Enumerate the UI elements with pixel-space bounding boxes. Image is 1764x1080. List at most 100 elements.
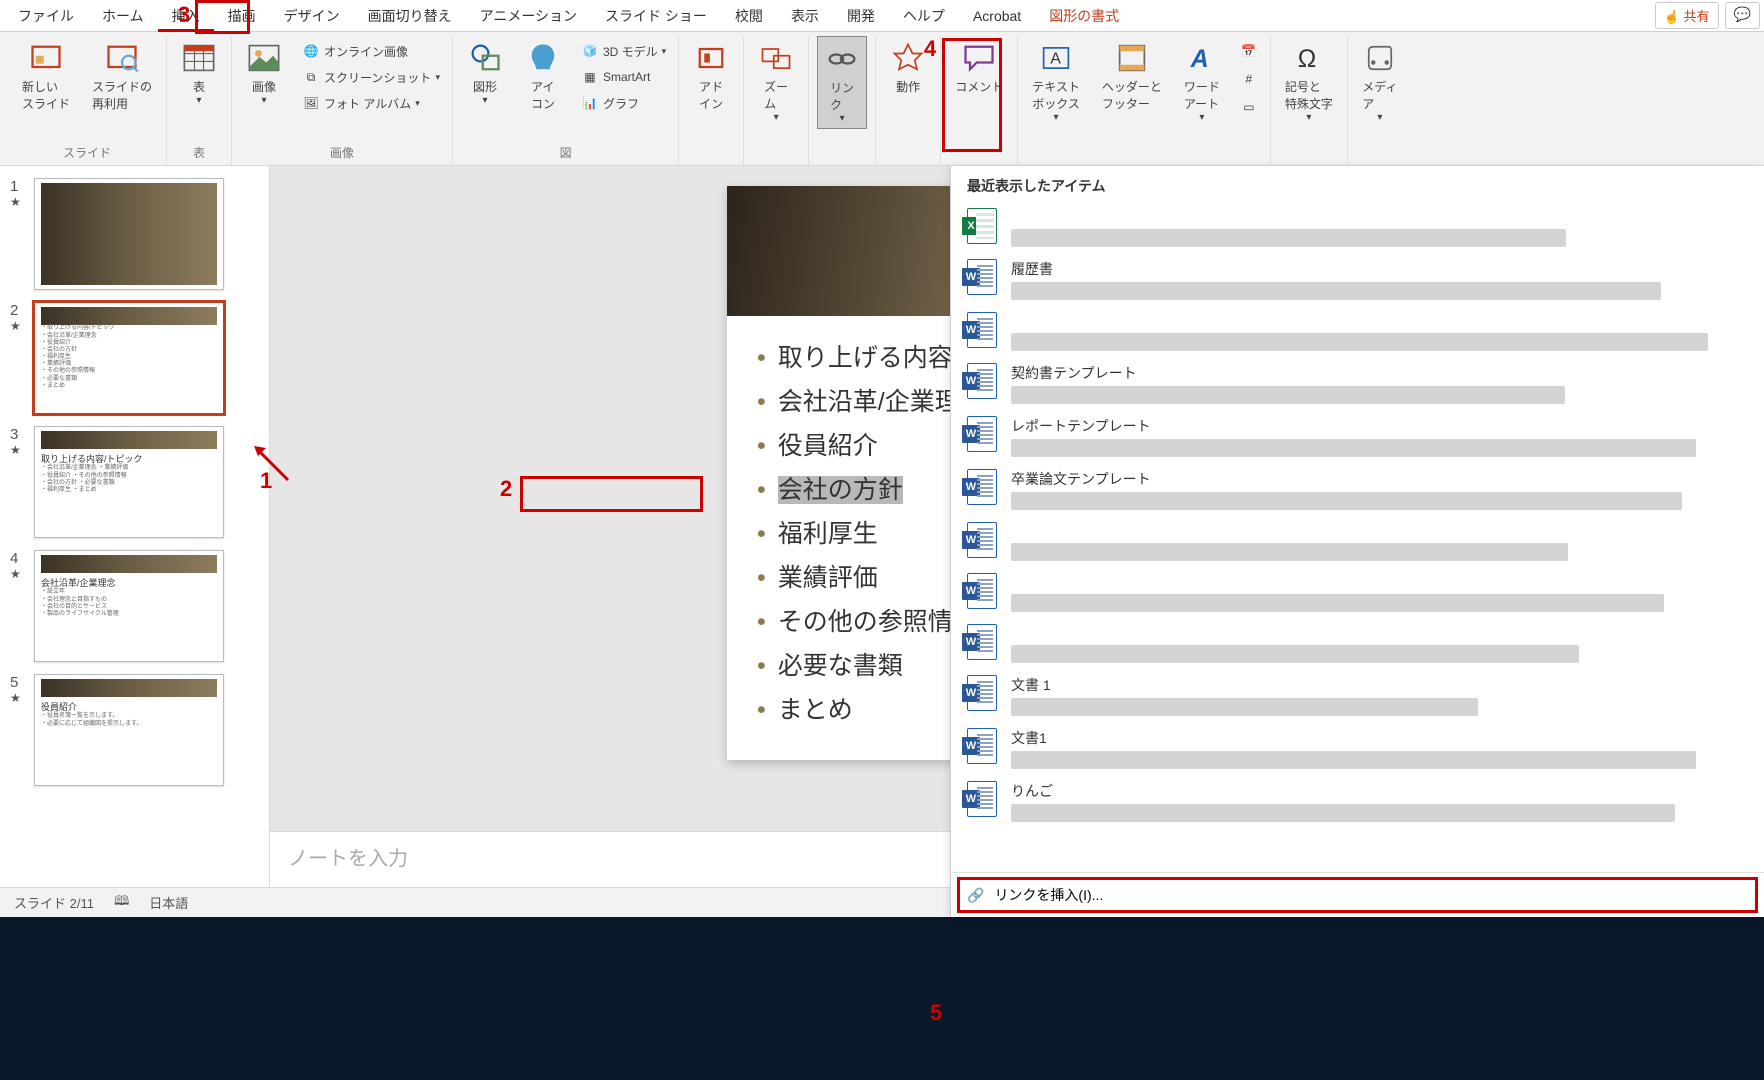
photo-album-button[interactable]: 🖼フォト アルバム▾: [298, 92, 444, 114]
comment-label: コメント: [955, 78, 1003, 95]
tab-transition[interactable]: 画面切り替え: [354, 0, 466, 32]
chart-icon: 📊: [581, 94, 599, 112]
smartart-label: SmartArt: [603, 70, 650, 84]
textbox-button[interactable]: Aテキスト ボックス▾: [1026, 36, 1086, 127]
chevron-down-icon: ▾: [840, 113, 845, 124]
thumbnail-4[interactable]: 4★会社沿革/企業理念・設立年・会社理念と目指すもの・会社の目的とサービス・製品…: [0, 544, 269, 668]
tab-home[interactable]: ホーム: [88, 0, 158, 32]
addin-button[interactable]: アド イン: [687, 36, 735, 116]
word-file-icon: [967, 522, 997, 558]
recent-item[interactable]: [951, 618, 1764, 669]
callout-arrow-1: [252, 444, 292, 486]
zoom-button[interactable]: ズー ム▾: [752, 36, 800, 127]
tab-view[interactable]: 表示: [777, 0, 833, 32]
callout-num-4: 4: [924, 36, 936, 62]
link-button[interactable]: リン ク▾: [817, 36, 867, 129]
image-button[interactable]: 画像▾: [240, 36, 288, 110]
tab-design[interactable]: デザイン: [270, 0, 354, 32]
tab-acrobat[interactable]: Acrobat: [959, 2, 1035, 30]
recent-item[interactable]: [951, 567, 1764, 618]
recent-item[interactable]: 文書1: [951, 722, 1764, 775]
wordart-button[interactable]: Aワード アート▾: [1178, 36, 1226, 127]
wordart-label: ワード アート: [1184, 78, 1220, 112]
shapes-button[interactable]: 図形▾: [461, 36, 509, 110]
insert-link-menuitem[interactable]: 🔗 リンクを挿入(I)...: [951, 872, 1764, 917]
addin-label: アド イン: [699, 78, 723, 112]
tab-shape-format[interactable]: 図形の書式: [1035, 0, 1133, 32]
table-label: 表: [193, 78, 205, 95]
screenshot-icon: ⧉: [302, 68, 320, 86]
screenshot-label: スクリーンショット: [324, 69, 431, 86]
date-button[interactable]: 📅: [1236, 40, 1262, 62]
thumbnail-2[interactable]: 2★・取り上げる内容/トピック・会社沿革/企業理念・役員紹介・会社の方針・福利厚…: [0, 296, 269, 420]
new-slide-button[interactable]: 新しい スライド: [16, 36, 76, 116]
chevron-down-icon: ▾: [262, 95, 267, 106]
chevron-down-icon: ▾: [662, 46, 667, 57]
online-image-label: オンライン画像: [324, 43, 408, 60]
recent-item[interactable]: [951, 202, 1764, 253]
link-icon: [824, 41, 860, 77]
chevron-down-icon: ▾: [482, 95, 487, 106]
online-image-button[interactable]: 🌐オンライン画像: [298, 40, 444, 62]
thumbnail-1[interactable]: 1★: [0, 172, 269, 296]
symbol-label: 記号と 特殊文字: [1285, 78, 1333, 112]
recent-item-path-redacted: [1011, 229, 1566, 247]
symbol-button[interactable]: Ω記号と 特殊文字▾: [1279, 36, 1339, 127]
share-button[interactable]: ☝ 共有: [1655, 2, 1719, 29]
recent-item[interactable]: レポートテンプレート: [951, 410, 1764, 463]
recent-item-path-redacted: [1011, 439, 1696, 457]
group-table-label: 表: [193, 142, 205, 165]
recent-item[interactable]: [951, 306, 1764, 357]
shapes-label: 図形: [473, 78, 497, 95]
tab-slideshow[interactable]: スライド ショー: [591, 0, 721, 32]
zoom-label: ズー ム: [764, 78, 788, 112]
tab-review[interactable]: 校閲: [721, 0, 777, 32]
comments-toggle-button[interactable]: 💬: [1725, 2, 1760, 29]
selected-text[interactable]: 会社の方針: [778, 476, 903, 504]
link-dropdown-panel: 最近表示したアイテム 履歴書契約書テンプレートレポートテンプレート卒業論文テンプ…: [950, 166, 1764, 917]
chevron-down-icon: ▾: [197, 95, 202, 106]
headerfooter-icon: [1114, 40, 1150, 76]
object-button[interactable]: ▭: [1236, 96, 1262, 118]
recent-item[interactable]: 履歴書: [951, 253, 1764, 306]
slidenumber-button[interactable]: #: [1236, 68, 1262, 90]
dropdown-header: 最近表示したアイテム: [951, 166, 1764, 202]
word-file-icon: [967, 416, 997, 452]
recent-item[interactable]: 文書 1: [951, 669, 1764, 722]
screenshot-button[interactable]: ⧉スクリーンショット▾: [298, 66, 444, 88]
album-label: フォト アルバム: [324, 95, 411, 112]
3dmodel-button[interactable]: 🧊3D モデル▾: [577, 40, 670, 62]
thumbnail-5[interactable]: 5★役員紹介・役員名簿一覧を示します。・必要に応じて組織図を提示します。: [0, 668, 269, 792]
callout-num-2: 2: [500, 476, 512, 502]
headerfooter-button[interactable]: ヘッダーと フッター: [1096, 36, 1168, 116]
svg-text:A: A: [1050, 51, 1061, 68]
recent-item-path-redacted: [1011, 804, 1675, 822]
comment-button[interactable]: コメント: [949, 36, 1009, 99]
table-button[interactable]: 表▾: [175, 36, 223, 110]
word-file-icon: [967, 675, 997, 711]
recent-item[interactable]: 卒業論文テンプレート: [951, 463, 1764, 516]
status-accessibility-icon[interactable]: 🕮: [114, 892, 129, 914]
media-button[interactable]: メディ ア▾: [1356, 36, 1404, 127]
media-label: メディ ア: [1362, 78, 1397, 112]
recent-item-name: 卒業論文テンプレート: [1011, 469, 1748, 489]
recent-item-name: 文書1: [1011, 728, 1748, 748]
word-file-icon: [967, 363, 997, 399]
recent-item[interactable]: りんご: [951, 775, 1764, 828]
tab-file[interactable]: ファイル: [4, 0, 88, 32]
status-language[interactable]: 日本語: [149, 893, 188, 912]
chart-button[interactable]: 📊グラフ: [577, 92, 670, 114]
tab-developer[interactable]: 開発: [833, 0, 889, 32]
smartart-button[interactable]: ▦SmartArt: [577, 66, 670, 88]
slide-thumbnails-panel[interactable]: 1★ 2★・取り上げる内容/トピック・会社沿革/企業理念・役員紹介・会社の方針・…: [0, 166, 270, 887]
reuse-slide-button[interactable]: スライドの 再利用: [86, 36, 158, 116]
tab-draw[interactable]: 描画: [214, 0, 270, 32]
thumbnail-3[interactable]: 3★取り上げる内容/トピック・会社沿革/企業理念 ・業績評価・役員紹介 ・その他…: [0, 420, 269, 544]
tab-help[interactable]: ヘルプ: [889, 0, 959, 32]
tab-animation[interactable]: アニメーション: [466, 0, 591, 32]
recent-item[interactable]: 契約書テンプレート: [951, 357, 1764, 410]
3dmodel-label: 3D モデル: [603, 43, 658, 60]
icons-button[interactable]: アイ コン: [519, 36, 567, 116]
recent-item-name: 文書 1: [1011, 675, 1748, 695]
recent-item[interactable]: [951, 516, 1764, 567]
